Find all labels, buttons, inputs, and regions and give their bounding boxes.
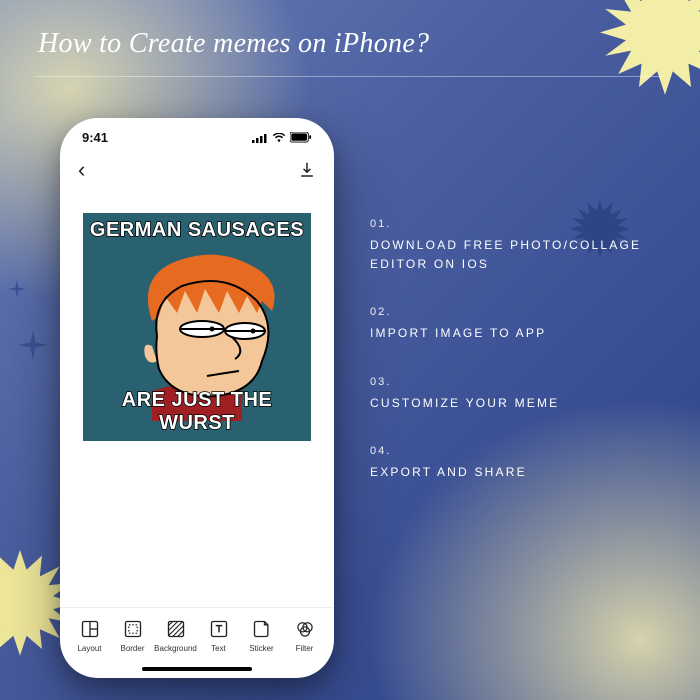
signal-icon [252,133,268,143]
download-button[interactable] [298,161,316,179]
wifi-icon [272,133,286,143]
tool-label: Filter [296,644,314,653]
page-title: How to Create memes on iPhone? [38,28,662,60]
sparkle-decor [18,330,48,360]
step-number: 02. [370,306,670,318]
sparkle-decor [8,280,26,298]
tool-background[interactable]: Background [156,618,196,653]
layout-icon [79,618,101,640]
tool-label: Text [211,644,226,653]
sticker-icon [251,618,273,640]
tool-border[interactable]: Border [113,618,153,653]
background-icon [165,618,187,640]
tool-layout[interactable]: Layout [70,618,110,653]
step-number: 01. [370,218,670,230]
meme-text-bottom: ARE JUST THE WURST [83,389,311,435]
back-button[interactable]: ‹ [78,159,85,181]
step-number: 03. [370,376,670,388]
step-item: 02. IMPORT IMAGE TO APP [370,306,670,343]
editor-toolbar: Layout Border Background Text Sticker [60,607,334,667]
tool-filter[interactable]: Filter [285,618,325,653]
step-number: 04. [370,445,670,457]
step-item: 01. DOWNLOAD FREE PHOTO/COLLAGE EDITOR O… [370,218,670,274]
step-item: 04. EXPORT AND SHARE [370,445,670,482]
divider [36,76,664,77]
home-indicator [142,667,252,671]
battery-icon [290,132,312,143]
app-header: ‹ [60,149,334,195]
status-bar: 9:41 [60,118,334,149]
tool-label: Border [120,644,144,653]
step-item: 03. CUSTOMIZE YOUR MEME [370,376,670,413]
meme-image[interactable]: GERMAN SAUSAGES [83,213,311,441]
step-label: IMPORT IMAGE TO APP [370,324,670,343]
tool-label: Layout [77,644,101,653]
status-time: 9:41 [82,130,108,145]
tool-label: Sticker [249,644,273,653]
step-label: DOWNLOAD FREE PHOTO/COLLAGE EDITOR ON IO… [370,236,670,274]
filter-icon [294,618,316,640]
meme-text-top: GERMAN SAUSAGES [83,219,311,242]
step-label: EXPORT AND SHARE [370,463,670,482]
steps-list: 01. DOWNLOAD FREE PHOTO/COLLAGE EDITOR O… [370,218,670,514]
step-label: CUSTOMIZE YOUR MEME [370,394,670,413]
phone-mockup: 9:41 ‹ GERMAN SAUSAGES [60,118,334,678]
border-icon [122,618,144,640]
editor-canvas[interactable]: GERMAN SAUSAGES [60,195,334,607]
tool-sticker[interactable]: Sticker [242,618,282,653]
tool-label: Background [154,644,197,653]
tool-text[interactable]: Text [199,618,239,653]
text-icon [208,618,230,640]
